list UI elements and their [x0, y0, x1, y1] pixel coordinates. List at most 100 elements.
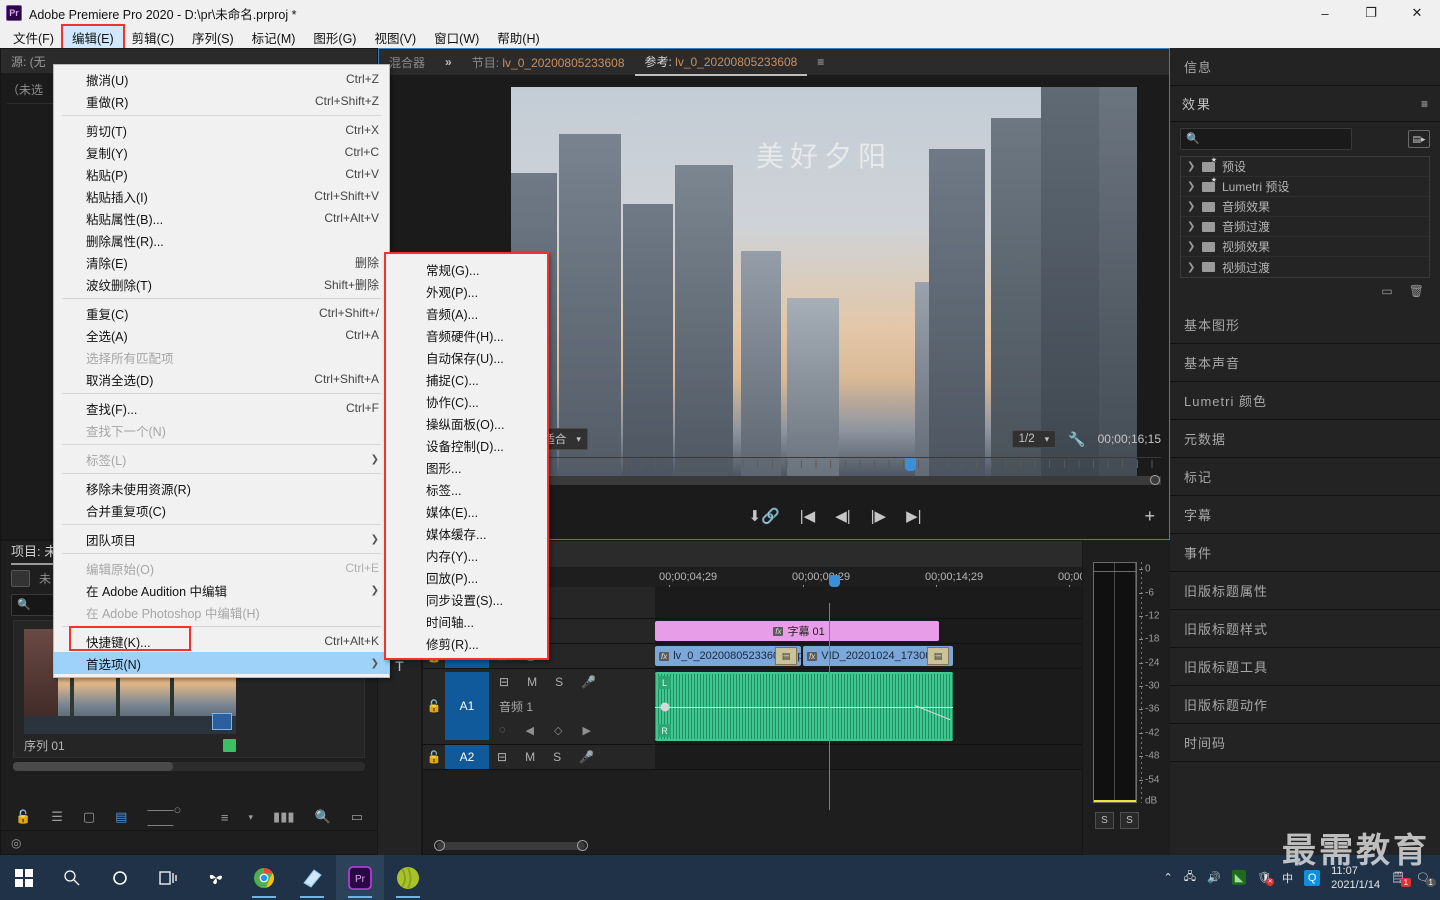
add-keyframe-icon[interactable]: ◇	[554, 724, 562, 737]
project-tab[interactable]: 项目: 未	[11, 541, 58, 565]
step-forward-icon[interactable]: |▶	[871, 507, 886, 525]
lock-icon[interactable]: 🔓	[423, 750, 445, 764]
mute-button[interactable]: M	[525, 750, 535, 764]
menu-item-undo[interactable]: 撤消(U) Ctrl+Z	[54, 68, 389, 90]
delete-icon[interactable]: 🗑	[1409, 284, 1424, 298]
qq-icon[interactable]: Q	[1304, 869, 1321, 886]
effects-row-lumetri-presets[interactable]: ❯ Lumetri 预设	[1181, 176, 1429, 197]
playback-resolution-dropdown[interactable]: 1/2 ▾	[1011, 430, 1057, 448]
parent-bin-icon[interactable]	[11, 570, 30, 587]
menu-window[interactable]: 窗口(W)	[425, 26, 488, 49]
menu-help[interactable]: 帮助(H)	[488, 26, 548, 49]
action-center-icon[interactable]: 🗨 1	[1416, 871, 1436, 887]
submenu-item-label[interactable]: 标签...	[386, 478, 547, 500]
new-bin-icon[interactable]: ▭	[351, 809, 363, 825]
menu-item-ripple-delete[interactable]: 波纹删除(T) Shift+删除	[54, 273, 389, 295]
timeline-horizontal-scrollbar[interactable]	[423, 838, 1169, 854]
menu-item-edit-in-photoshop[interactable]: 在 Adobe Photoshop 中编辑(H)	[54, 601, 389, 623]
panel-info[interactable]: 信息	[1170, 48, 1440, 86]
icon-view-icon[interactable]: ▢	[83, 809, 95, 825]
overflow-chevron-icon[interactable]: »	[435, 55, 462, 69]
go-to-in-icon[interactable]: |◀	[800, 507, 815, 525]
menu-clip[interactable]: 剪辑(C)	[123, 26, 183, 49]
panel-legacy-title-tools[interactable]: 旧版标题工具	[1170, 648, 1440, 686]
submenu-item-capture[interactable]: 捕捉(C)...	[386, 368, 547, 390]
panel-legacy-title-actions[interactable]: 旧版标题动作	[1170, 686, 1440, 724]
volume-icon[interactable]: 🔊	[1207, 871, 1221, 884]
effects-menu-icon[interactable]: ≡	[1421, 97, 1428, 111]
new-folder-icon[interactable]: ▭	[1381, 284, 1392, 298]
chevron-right-icon[interactable]: ❯	[1187, 181, 1195, 192]
menu-item-preferences[interactable]: 首选项(N) ❯	[54, 652, 389, 674]
program-playhead[interactable]	[905, 458, 916, 471]
menu-item-remove-unused[interactable]: 移除未使用资源(R)	[54, 477, 389, 499]
menu-item-select-all-matches[interactable]: 选择所有匹配项	[54, 346, 389, 368]
chevron-up-icon[interactable]: ⌃	[1164, 871, 1173, 884]
menu-edit[interactable]: 编辑(E)	[60, 23, 125, 51]
submenu-item-graphics[interactable]: 图形...	[386, 456, 547, 478]
menu-item-remove-attributes[interactable]: 删除属性(R)...	[54, 229, 389, 251]
chevron-right-icon[interactable]: ❯	[1187, 221, 1195, 232]
submenu-item-auto-save[interactable]: 自动保存(U)...	[386, 346, 547, 368]
zoom-slider[interactable]: ——○——	[147, 802, 200, 832]
find-icon[interactable]: 🔍	[315, 809, 331, 825]
panel-markers[interactable]: 标记	[1170, 458, 1440, 496]
scrollbar-thumb[interactable]	[13, 762, 173, 771]
menu-item-find-next[interactable]: 查找下一个(N)	[54, 419, 389, 441]
menu-file[interactable]: 文件(F)	[4, 26, 63, 49]
keyframe-icon[interactable]: ◌	[499, 724, 506, 737]
submenu-item-audio[interactable]: 音频(A)...	[386, 302, 547, 324]
panel-essential-graphics[interactable]: 基本图形	[1170, 306, 1440, 344]
menu-item-cut[interactable]: 剪切(T) Ctrl+X	[54, 119, 389, 141]
clip-video-2[interactable]: fx VID_20201024_173004. ▤	[803, 646, 953, 666]
prev-keyframe-icon[interactable]: ◀	[526, 724, 534, 737]
submenu-item-timeline[interactable]: 时间轴...	[386, 610, 547, 632]
solo-button[interactable]: S	[555, 675, 563, 689]
panel-legacy-title-properties[interactable]: 旧版标题属性	[1170, 572, 1440, 610]
submenu-item-appearance[interactable]: 外观(P)...	[386, 280, 547, 302]
freeform-view-icon[interactable]: ▤	[115, 809, 127, 825]
menu-item-edit-in-audition[interactable]: 在 Adobe Audition 中编辑 ❯	[54, 579, 389, 601]
chevron-right-icon[interactable]: ❯	[1187, 161, 1195, 172]
chevron-right-icon[interactable]: ❯	[1187, 262, 1195, 273]
menu-marker[interactable]: 标记(M)	[243, 26, 305, 49]
scrollbar-left-handle[interactable]	[434, 840, 445, 851]
menu-view[interactable]: 视图(V)	[365, 26, 425, 49]
program-video-preview[interactable]: 美好夕阳	[511, 87, 1137, 477]
windows-start-icon[interactable]	[0, 855, 48, 900]
menu-item-copy[interactable]: 复制(Y) Ctrl+C	[54, 141, 389, 163]
panel-metadata[interactable]: 元数据	[1170, 420, 1440, 458]
next-keyframe-icon[interactable]: ▶	[582, 724, 590, 737]
mic-icon[interactable]: 🎤	[581, 675, 596, 689]
tab-program[interactable]: 节目: lv_0_20200805233608	[462, 50, 635, 75]
step-back-icon[interactable]: ◀|	[835, 507, 850, 525]
columns-icon[interactable]: ▮▮▮	[273, 809, 294, 825]
scrollbar-right-handle[interactable]	[577, 840, 588, 851]
mute-button[interactable]: M	[527, 675, 537, 689]
chevron-right-icon[interactable]: ❯	[1187, 201, 1195, 212]
mark-in-out-icon[interactable]: ⬇🔗	[749, 507, 780, 525]
clock[interactable]: 11:07 2021/1/14	[1331, 864, 1380, 892]
menu-item-find[interactable]: 查找(F)... Ctrl+F	[54, 397, 389, 419]
mic-icon[interactable]: 🎤	[579, 750, 594, 764]
wrench-icon[interactable]: 🔧	[1068, 431, 1085, 448]
menu-item-duplicate[interactable]: 重复(C) Ctrl+Shift+/	[54, 302, 389, 324]
solo-button[interactable]: S	[553, 750, 561, 764]
lock-icon[interactable]: 🔓	[423, 699, 445, 713]
submenu-item-sync-settings[interactable]: 同步设置(S)...	[386, 588, 547, 610]
program-scrubber[interactable]	[509, 457, 1161, 485]
edit-menu-dropdown[interactable]: 撤消(U) Ctrl+Z 重做(R) Ctrl+Shift+Z 剪切(T) Ctrl+…	[53, 64, 390, 678]
effects-row-video-transitions[interactable]: ❯ 视频过渡	[1181, 257, 1429, 277]
sync-lock-icon[interactable]: ⊟	[497, 750, 507, 764]
sequence-badge-icon[interactable]	[212, 713, 232, 730]
scrollbar-thumb[interactable]	[437, 842, 585, 850]
submenu-item-media[interactable]: 媒体(E)...	[386, 500, 547, 522]
panel-essential-sound[interactable]: 基本声音	[1170, 344, 1440, 382]
project-horizontal-scrollbar[interactable]	[13, 762, 365, 771]
menu-item-label[interactable]: 标签(L) ❯	[54, 448, 389, 470]
chevron-right-icon[interactable]: ❯	[1187, 241, 1195, 252]
zoom-bar-knob[interactable]	[1150, 475, 1160, 485]
minimize-button[interactable]: –	[1302, 0, 1348, 26]
premiere-pro-icon[interactable]: Pr	[336, 855, 384, 900]
network-icon[interactable]: 🖧	[1184, 868, 1196, 887]
